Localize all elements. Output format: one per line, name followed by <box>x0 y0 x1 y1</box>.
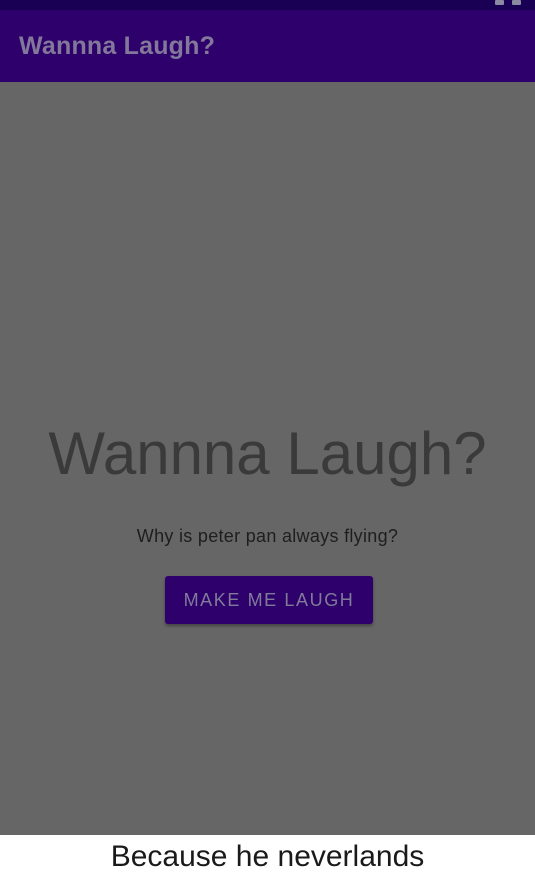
signal-icon <box>495 0 504 5</box>
app-bar: Wannna Laugh? <box>0 10 535 82</box>
toast-text: Because he neverlands <box>110 840 425 873</box>
joke-question: Why is peter pan always flying? <box>136 526 399 546</box>
main-content: Wannna Laugh? Why is peter pan always fl… <box>0 82 535 835</box>
headline: Wannna Laugh? <box>48 420 487 487</box>
make-me-laugh-button[interactable]: MAKE ME LAUGH <box>165 576 373 624</box>
toast-message: Because he neverlands <box>0 835 535 877</box>
status-icons <box>495 0 521 6</box>
app-title: Wannna Laugh? <box>19 32 216 60</box>
battery-icon <box>512 0 521 5</box>
status-bar <box>0 0 535 10</box>
